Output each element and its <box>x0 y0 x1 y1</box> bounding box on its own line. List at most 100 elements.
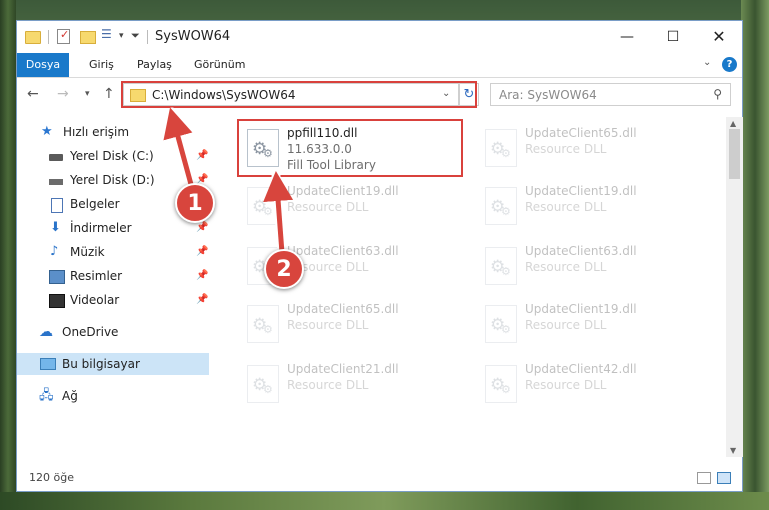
dll-file-icon <box>485 305 517 343</box>
forward-arrow-icon[interactable]: → <box>57 86 69 102</box>
new-folder-icon[interactable] <box>80 31 96 44</box>
dll-file-icon <box>485 187 517 225</box>
address-bar-highlight <box>121 81 477 108</box>
sidebar-item-videos[interactable]: Videolar 📌 <box>17 289 209 311</box>
tab-share[interactable]: Paylaş <box>137 53 172 77</box>
search-box[interactable]: Ara: SysWOW64 ⚲ <box>490 83 731 106</box>
drive-icon <box>49 154 63 161</box>
file-type: Resource DLL <box>287 318 369 332</box>
file-type: Resource DLL <box>525 260 607 274</box>
dll-file-icon <box>247 365 279 403</box>
title-divider <box>147 30 148 44</box>
pin-icon[interactable]: 📌 <box>196 241 208 263</box>
network-icon: 🖧 <box>39 388 54 403</box>
file-type: Resource DLL <box>525 142 607 156</box>
scrollbar-thumb[interactable] <box>729 129 740 179</box>
pin-icon[interactable]: 📌 <box>196 289 208 311</box>
sidebar-item-pictures[interactable]: Resimler 📌 <box>17 265 209 287</box>
step-1-badge: 1 <box>175 183 215 223</box>
toolbar-divider <box>48 30 49 44</box>
tab-view[interactable]: Görünüm <box>194 53 245 77</box>
sidebar-item-quick-access[interactable]: ★ Hızlı erişim <box>17 121 209 143</box>
sidebar-item-label: Ağ <box>62 389 78 403</box>
file-item[interactable]: UpdateClient65.dll Resource DLL <box>239 297 465 353</box>
back-arrow-icon[interactable]: ← <box>27 86 39 102</box>
large-icons-view-icon[interactable] <box>717 472 731 484</box>
sidebar-item-music[interactable]: ♪ Müzik 📌 <box>17 241 209 263</box>
desktop-background-left <box>0 0 16 510</box>
sidebar-item-this-pc[interactable]: Bu bilgisayar <box>17 353 209 375</box>
file-name: UpdateClient19.dll <box>287 184 399 198</box>
sidebar-item-label: Resimler <box>70 269 123 283</box>
window-title: SysWOW64 <box>155 29 231 44</box>
item-count: 120 öğe <box>29 471 74 484</box>
sidebar-item-local-disk-c[interactable]: Yerel Disk (C:) 📌 <box>17 145 209 167</box>
desktop-background-right <box>741 0 769 510</box>
videos-icon <box>49 294 65 308</box>
close-button[interactable]: ✕ <box>696 21 742 53</box>
scroll-up-icon[interactable]: ▲ <box>730 119 736 128</box>
cloud-icon: ☁ <box>39 324 53 340</box>
pin-icon[interactable]: 📌 <box>196 145 208 167</box>
details-view-icon[interactable] <box>697 472 711 484</box>
star-icon: ★ <box>41 124 53 139</box>
dll-file-icon <box>485 365 517 403</box>
file-name: UpdateClient65.dll <box>287 302 399 316</box>
tab-home[interactable]: Giriş <box>89 53 114 77</box>
maximize-button[interactable]: ☐ <box>650 21 696 53</box>
sidebar-item-label: Müzik <box>70 245 105 259</box>
recent-locations-icon[interactable]: ▾ <box>85 89 90 99</box>
search-icon[interactable]: ⚲ <box>713 87 722 101</box>
file-item[interactable]: UpdateClient21.dll Resource DLL <box>239 357 465 413</box>
file-type: Resource DLL <box>525 318 607 332</box>
file-type: Resource DLL <box>287 378 369 392</box>
sidebar-item-label: İndirmeler <box>70 221 132 235</box>
folder-icon <box>25 31 41 44</box>
pin-icon[interactable]: 📌 <box>196 265 208 287</box>
customize-toolbar-icon[interactable]: ⏷ <box>131 29 140 43</box>
ribbon-tabs: Dosya Giriş Paylaş Görünüm ⌄ ? <box>17 53 742 78</box>
sidebar-item-onedrive[interactable]: ☁ OneDrive <box>17 321 209 343</box>
file-name: UpdateClient65.dll <box>525 126 637 140</box>
search-input[interactable]: Ara: SysWOW64 <box>499 88 597 102</box>
tab-file[interactable]: Dosya <box>17 53 69 77</box>
sidebar-item-label: OneDrive <box>62 325 119 339</box>
file-item[interactable]: UpdateClient65.dll Resource DLL <box>477 121 703 177</box>
file-name: UpdateClient63.dll <box>525 244 637 258</box>
sidebar-item-label: Belgeler <box>70 197 120 211</box>
chevron-down-icon[interactable]: ▾ <box>119 31 124 41</box>
file-type: Resource DLL <box>525 200 607 214</box>
expand-ribbon-icon[interactable]: ⌄ <box>703 57 711 68</box>
sidebar-item-label: Yerel Disk (D:) <box>70 173 155 187</box>
dll-file-icon <box>247 187 279 225</box>
file-item[interactable]: UpdateClient19.dll Resource DLL <box>239 179 465 235</box>
file-item[interactable]: UpdateClient42.dll Resource DLL <box>477 357 703 413</box>
properties-icon[interactable] <box>57 28 70 44</box>
help-icon[interactable]: ? <box>722 57 737 72</box>
file-name: UpdateClient19.dll <box>525 184 637 198</box>
sidebar-item-downloads[interactable]: ⬇ İndirmeler 📌 <box>17 217 209 239</box>
scroll-down-icon[interactable]: ▼ <box>730 446 736 455</box>
file-item[interactable]: UpdateClient19.dll Resource DLL <box>477 179 703 235</box>
sidebar-item-label: Bu bilgisayar <box>62 357 140 371</box>
view-options-icon[interactable]: ☰ <box>101 27 112 41</box>
navigation-pane: ★ Hızlı erişim Yerel Disk (C:) 📌 Yerel D… <box>17 117 213 457</box>
vertical-scrollbar[interactable]: ▲ ▼ <box>726 117 743 457</box>
minimize-button[interactable]: — <box>604 21 650 53</box>
pictures-icon <box>49 270 65 284</box>
sidebar-item-label: Hızlı erişim <box>63 125 130 139</box>
computer-icon <box>40 358 56 370</box>
file-item[interactable]: UpdateClient63.dll Resource DLL <box>477 239 703 295</box>
explorer-window: ☰ ▾ ⏷ SysWOW64 — ☐ ✕ Dosya Giriş Paylaş … <box>16 20 743 492</box>
up-arrow-icon[interactable]: ↑ <box>103 86 115 102</box>
step-2-badge: 2 <box>264 249 304 289</box>
dll-file-icon <box>485 247 517 285</box>
dll-file-icon <box>485 129 517 167</box>
sidebar-item-label: Yerel Disk (C:) <box>70 149 154 163</box>
sidebar-item-network[interactable]: 🖧 Ağ <box>17 385 209 407</box>
drive-icon <box>49 179 63 185</box>
file-name: UpdateClient19.dll <box>525 302 637 316</box>
file-item[interactable]: UpdateClient19.dll Resource DLL <box>477 297 703 353</box>
file-name: UpdateClient42.dll <box>525 362 637 376</box>
file-name: UpdateClient63.dll <box>287 244 399 258</box>
